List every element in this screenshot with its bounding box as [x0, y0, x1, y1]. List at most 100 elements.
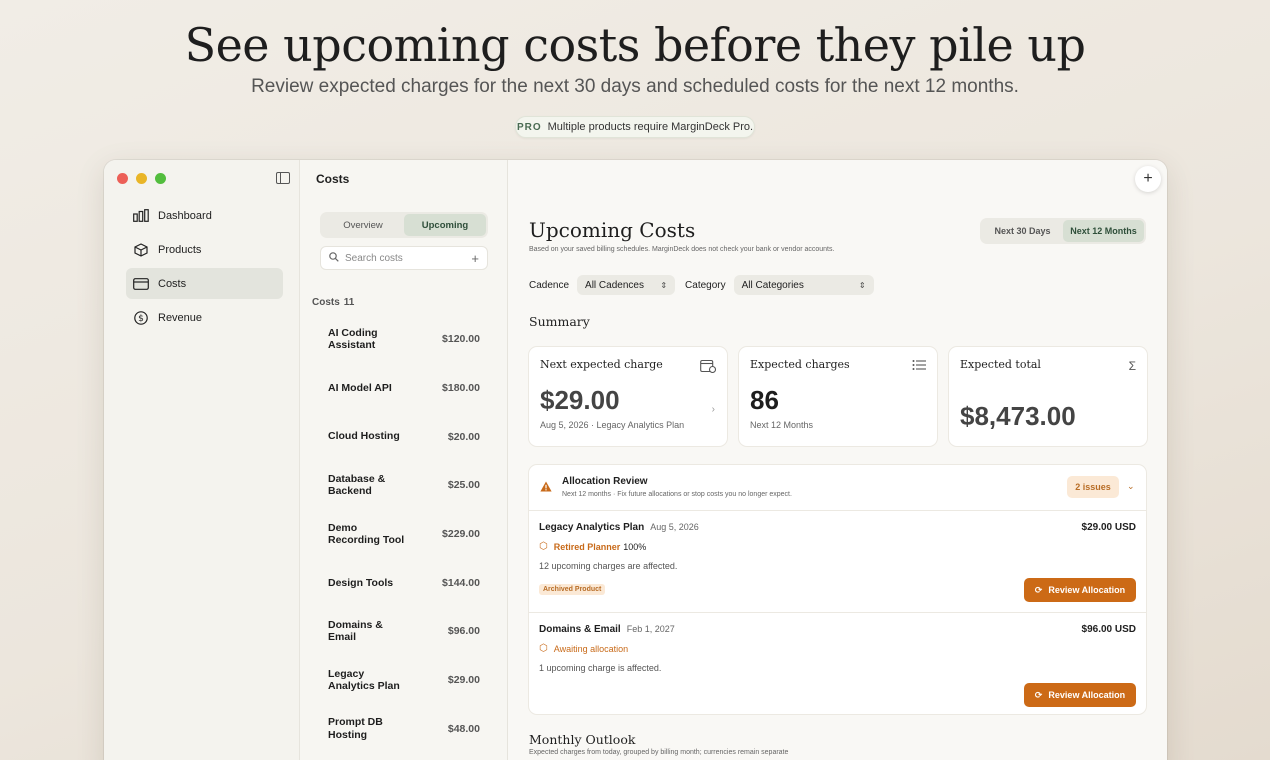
cadence-label: Cadence [529, 279, 570, 291]
cadence-select[interactable]: All Cadences ⇕ [577, 275, 676, 295]
sidebar-item-label: Revenue [158, 311, 203, 324]
expected-charges-card: Expected charges 86 Next 12 Months [739, 347, 937, 446]
allocation-item-amount: $96.00 USD [1081, 624, 1136, 635]
list-item[interactable]: Domains & Email $96.00 [328, 607, 480, 656]
cost-amount: $48.00 [447, 722, 480, 735]
allocation-review-header[interactable]: Allocation Review Next 12 months · Fix f… [529, 465, 1146, 511]
hero-subtitle: Review expected charges for the next 30 … [251, 76, 1019, 97]
cost-name: AI Coding Assistant [328, 326, 378, 352]
list-item[interactable]: Design Tools $144.00 [328, 558, 480, 607]
sidebar-item-label: Dashboard [158, 209, 212, 222]
button-label: Review Allocation [1048, 585, 1126, 595]
range-next-12-months[interactable]: Next 12 Months [1063, 220, 1144, 242]
category-select[interactable]: All Categories ⇕ [733, 275, 874, 295]
cost-name: Demo Recording Tool [328, 521, 405, 547]
chevron-down-icon[interactable]: ⌄ [1127, 481, 1135, 492]
cost-amount: $25.00 [447, 479, 480, 492]
page-title: Upcoming Costs [529, 218, 696, 242]
bar-chart-icon [133, 208, 149, 224]
allocation-review-subtitle: Next 12 months · Fix future allocations … [562, 491, 792, 498]
list-item[interactable]: Database & Backend $25.00 [328, 461, 480, 510]
allocation-product: ⬡ Awaiting allocation [539, 643, 628, 654]
costs-section-header: Costs 11 [312, 297, 354, 308]
zoom-window-button[interactable] [155, 173, 166, 184]
sigma-icon: Σ [1128, 359, 1136, 373]
search-field[interactable]: Search costs + [320, 246, 488, 270]
list-item[interactable]: Prompt DB Hosting $48.00 [328, 705, 480, 754]
cost-amount: $229.00 [442, 528, 480, 541]
view-segmented-control: Overview Upcoming [320, 212, 488, 238]
pro-banner: PRO Multiple products require MarginDeck… [515, 116, 755, 138]
chevron-right-icon: › [711, 404, 715, 415]
category-value: All Categories [741, 279, 804, 291]
credit-card-icon [133, 276, 149, 292]
minimize-window-button[interactable] [136, 173, 147, 184]
next-charge-value: $29.00 [540, 385, 620, 415]
next-charge-card[interactable]: Next expected charge $29.00 Aug 5, 2026 … [529, 347, 727, 446]
sidebar-item-dashboard[interactable]: Dashboard [126, 200, 283, 231]
page-subtitle: Based on your saved billing schedules. M… [529, 246, 835, 253]
summary-cards: Next expected charge $29.00 Aug 5, 2026 … [529, 347, 1147, 446]
review-allocation-button[interactable]: ⟳ Review Allocation [1024, 578, 1136, 602]
calendar-icon [700, 359, 717, 376]
updown-chevron-icon: ⇕ [858, 280, 866, 290]
list-item[interactable]: AI Model API $180.00 [328, 364, 480, 413]
refresh-icon: ⟳ [1034, 584, 1043, 595]
monthly-outlook-heading: Monthly Outlook [529, 732, 636, 747]
warning-icon [540, 481, 552, 495]
sidebar-item-costs[interactable]: Costs [126, 268, 283, 299]
tab-overview[interactable]: Overview [322, 214, 404, 236]
list-item[interactable]: AI Coding Assistant $120.00 [328, 315, 480, 364]
svg-text:$: $ [138, 314, 144, 324]
sidebar-toggle-icon[interactable] [276, 172, 290, 184]
cube-icon: ⬡ [539, 643, 548, 654]
cost-name: AI Model API [328, 381, 392, 394]
close-window-button[interactable] [117, 173, 128, 184]
allocation-item: Domains & Email Feb 1, 2027 $96.00 USD ⬡ … [529, 613, 1146, 715]
cost-amount: $29.00 [447, 674, 480, 687]
list-item[interactable]: Demo Recording Tool $229.00 [328, 510, 480, 559]
list-title: Costs [316, 172, 350, 186]
cube-icon: ⬡ [539, 541, 548, 552]
add-button[interactable]: + [1135, 166, 1161, 192]
cost-amount: $20.00 [447, 430, 480, 443]
allocation-product: ⬡ Retired Planner 100% [539, 541, 646, 552]
search-input[interactable]: Search costs [345, 253, 403, 264]
summary-heading: Summary [529, 314, 590, 329]
card-title: Expected charges [750, 358, 850, 371]
refresh-icon: ⟳ [1034, 689, 1043, 700]
allocation-item-amount: $29.00 USD [1081, 522, 1136, 533]
pro-badge: PRO [516, 121, 542, 133]
add-cost-icon[interactable]: + [471, 251, 479, 266]
card-title: Next expected charge [540, 358, 663, 371]
allocation-review-title: Allocation Review [562, 476, 648, 487]
cost-name: Domains & Email [328, 618, 383, 644]
cost-list-pane: Costs Overview Upcoming Search costs + C… [300, 160, 508, 760]
cost-name: Legacy Analytics Plan [328, 667, 400, 693]
list-item[interactable]: Legacy Analytics Plan $29.00 [328, 656, 480, 705]
tab-upcoming[interactable]: Upcoming [404, 214, 486, 236]
allocation-item-date: Feb 1, 2027 [626, 624, 675, 634]
affected-text: 1 upcoming charge is affected. [539, 663, 662, 673]
allocation-item-name: Legacy Analytics Plan [539, 522, 645, 533]
cube-icon [133, 242, 149, 258]
review-allocation-button[interactable]: ⟳ Review Allocation [1024, 683, 1136, 707]
cadence-value: All Cadences [585, 279, 644, 291]
cost-name: Cloud Hosting [328, 430, 400, 443]
issues-badge: 2 issues [1067, 476, 1119, 498]
cost-name: Database & Backend [328, 472, 386, 498]
allocation-item-name: Domains & Email [539, 624, 621, 635]
range-next-30-days[interactable]: Next 30 Days [982, 220, 1063, 242]
list-item[interactable]: Cloud Hosting $20.00 [328, 412, 480, 461]
sidebar-item-products[interactable]: Products [126, 234, 283, 265]
list-icon [912, 359, 926, 374]
hero-title: See upcoming costs before they pile up [184, 18, 1086, 72]
sidebar-item-revenue[interactable]: $ Revenue [126, 302, 283, 333]
expected-total-card: Expected total Σ $8,473.00 [949, 347, 1147, 446]
search-icon [329, 251, 339, 265]
sidebar-item-label: Products [158, 243, 202, 256]
allocation-percent: 100% [623, 541, 647, 552]
cost-name: Prompt DB Hosting [328, 716, 383, 741]
sidebar-nav: Dashboard Products Costs $ Revenue [126, 200, 283, 336]
cost-amount: $96.00 [447, 625, 480, 638]
